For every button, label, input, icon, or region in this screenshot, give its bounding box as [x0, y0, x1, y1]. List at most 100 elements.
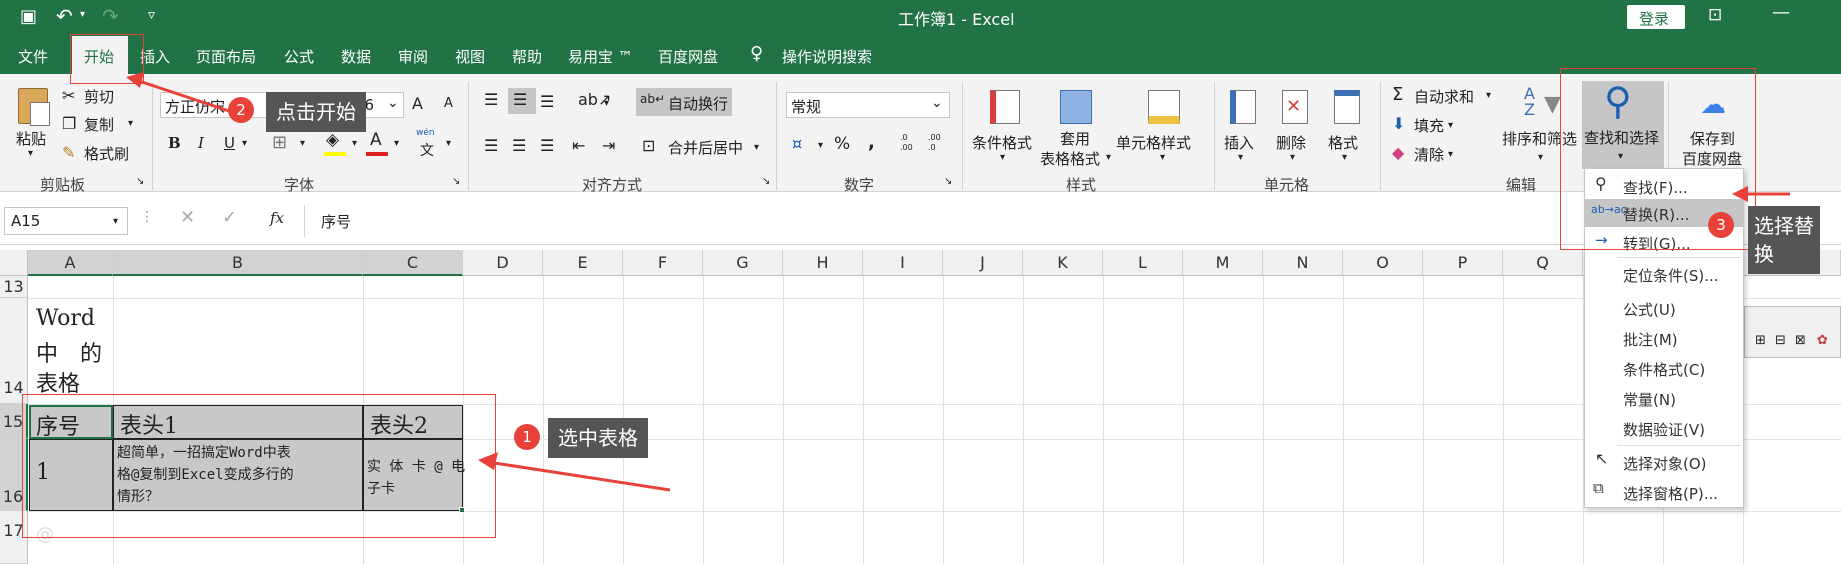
align-left-icon[interactable]: ☰	[484, 136, 498, 155]
comma-button[interactable]: ,	[868, 132, 875, 153]
cut-button[interactable]: 剪切	[84, 86, 114, 107]
number-format-box[interactable]: 常规 ⌄	[786, 92, 950, 118]
decrease-indent-icon[interactable]: ⇤	[572, 136, 585, 155]
merge-dropdown-icon[interactable]: ▾	[754, 142, 759, 153]
copy-icon[interactable]: ❐	[62, 114, 76, 133]
toolbar-icon-1[interactable]: ⊞	[1755, 333, 1766, 348]
insert-cells-button[interactable]: 插入 ▾	[1218, 84, 1268, 170]
column-header-f[interactable]: F	[623, 250, 703, 276]
login-button[interactable]: 登录	[1627, 5, 1685, 29]
percent-button[interactable]: %	[834, 134, 850, 154]
cut-icon[interactable]: ✂	[62, 86, 75, 105]
menu-item-formulas[interactable]: 公式(U)	[1623, 299, 1676, 320]
column-header-c[interactable]: C	[363, 250, 463, 276]
number-launcher-icon[interactable]: ↘	[944, 176, 952, 187]
column-header-o[interactable]: O	[1343, 250, 1423, 276]
name-box[interactable]: A15 ▾	[4, 207, 128, 235]
accounting-dropdown-icon[interactable]: ▾	[818, 140, 823, 151]
column-header-m[interactable]: M	[1183, 250, 1263, 276]
wrap-text-button[interactable]: ab↵ 自动换行	[636, 88, 732, 116]
paste-button[interactable]: 粘贴 ▾	[10, 84, 58, 164]
tab-page-layout[interactable]: 页面布局	[196, 46, 256, 67]
select-all-corner[interactable]	[0, 250, 28, 276]
tab-insert[interactable]: 插入	[140, 46, 170, 67]
align-bottom-icon[interactable]: ☰	[540, 92, 554, 111]
shrink-font-button[interactable]: A	[444, 96, 453, 111]
redo-icon[interactable]: ↷	[102, 4, 119, 28]
tab-file[interactable]: 文件	[18, 46, 48, 67]
column-header-b[interactable]: B	[113, 250, 363, 276]
fill-button[interactable]: 填充	[1414, 115, 1444, 136]
cancel-entry-icon[interactable]: ✕	[180, 207, 195, 228]
underline-dropdown-icon[interactable]: ▾	[242, 138, 247, 149]
menu-item-selection-pane[interactable]: 选择窗格(P)...	[1623, 483, 1718, 504]
fill-icon[interactable]: ⬇	[1392, 114, 1405, 133]
clear-icon[interactable]: ◆	[1392, 143, 1404, 162]
tell-me-search[interactable]: 操作说明搜索	[782, 46, 872, 67]
align-middle-button[interactable]: ☰	[508, 88, 536, 114]
format-cells-button[interactable]: 格式 ▾	[1322, 84, 1372, 170]
undo-dropdown-icon[interactable]: ▾	[80, 9, 85, 20]
menu-item-select-objects[interactable]: 选择对象(O)	[1623, 453, 1707, 474]
format-painter-button[interactable]: 格式刷	[84, 143, 129, 164]
fill-dropdown-icon[interactable]: ▾	[1448, 120, 1453, 131]
align-right-icon[interactable]: ☰	[540, 136, 554, 155]
align-top-icon[interactable]: ☰	[484, 90, 498, 109]
font-color-icon[interactable]: A	[370, 130, 382, 150]
phonetic-button[interactable]: 文	[420, 140, 434, 160]
delete-cells-button[interactable]: ✕ 删除 ▾	[1270, 84, 1320, 170]
tab-baidu-netdisk[interactable]: 百度网盘	[658, 46, 718, 67]
toolbar-icon-3[interactable]: ⊠	[1795, 333, 1806, 348]
merge-center-button[interactable]: 合并后居中	[668, 137, 743, 158]
save-icon[interactable]: ▣	[20, 6, 37, 27]
menu-item-data-validation[interactable]: 数据验证(V)	[1623, 419, 1705, 440]
tab-data[interactable]: 数据	[341, 46, 371, 67]
menu-item-constants[interactable]: 常量(N)	[1623, 389, 1676, 410]
fill-color-dropdown-icon[interactable]: ▾	[352, 138, 357, 149]
tab-review[interactable]: 审阅	[398, 46, 428, 67]
orientation-dropdown-icon[interactable]: ▾	[604, 98, 609, 109]
undo-icon[interactable]: ↶	[56, 4, 73, 28]
font-launcher-icon[interactable]: ↘	[452, 176, 460, 187]
format-as-table-dropdown-icon[interactable]: ▾	[1106, 152, 1111, 163]
merge-icon[interactable]: ⊡	[642, 136, 655, 155]
accounting-icon[interactable]: ¤	[792, 134, 802, 153]
autosum-dropdown-icon[interactable]: ▾	[1486, 90, 1491, 101]
ribbon-display-icon[interactable]: ⊡	[1708, 5, 1722, 25]
column-header-k[interactable]: K	[1023, 250, 1103, 276]
alignment-launcher-icon[interactable]: ↘	[762, 176, 770, 187]
column-header-d[interactable]: D	[463, 250, 543, 276]
column-header-g[interactable]: G	[703, 250, 783, 276]
menu-item-goto-special[interactable]: 定位条件(S)...	[1623, 265, 1719, 286]
column-header-a[interactable]: A	[28, 250, 113, 276]
font-color-dropdown-icon[interactable]: ▾	[394, 138, 399, 149]
column-header-q[interactable]: Q	[1503, 250, 1583, 276]
column-header-l[interactable]: L	[1103, 250, 1183, 276]
column-header-i[interactable]: I	[863, 250, 943, 276]
tab-formulas[interactable]: 公式	[284, 46, 314, 67]
fill-color-icon[interactable]: ◈	[326, 130, 339, 150]
copy-button[interactable]: 复制	[84, 114, 114, 135]
column-header-h[interactable]: H	[783, 250, 863, 276]
increase-indent-icon[interactable]: ⇥	[602, 136, 615, 155]
decrease-decimal-button[interactable]: .00 .0	[928, 133, 948, 153]
column-header-p[interactable]: P	[1423, 250, 1503, 276]
row-header-14[interactable]: 14	[0, 298, 28, 404]
border-icon[interactable]: ⊞	[272, 132, 287, 153]
bold-button[interactable]: B	[168, 134, 181, 152]
clear-button[interactable]: 清除	[1414, 144, 1444, 165]
minimize-icon[interactable]: —	[1772, 2, 1790, 23]
cell-styles-button[interactable]: 单元格样式 ▾	[1114, 84, 1214, 170]
increase-decimal-button[interactable]: .0 .00	[900, 133, 920, 153]
conditional-format-button[interactable]: 条件格式 ▾	[970, 84, 1038, 170]
row-header-13[interactable]: 13	[0, 276, 28, 298]
tab-yiyongbao[interactable]: 易用宝 ™	[568, 46, 633, 67]
column-header-n[interactable]: N	[1263, 250, 1343, 276]
grow-font-button[interactable]: A	[412, 94, 423, 113]
toolbar-icon-4[interactable]: ✿	[1817, 333, 1828, 348]
format-as-table-button[interactable]: 套用 表格格式	[1038, 84, 1114, 170]
align-center-icon[interactable]: ☰	[512, 136, 526, 155]
confirm-entry-icon[interactable]: ✓	[222, 207, 237, 228]
phonetic-dropdown-icon[interactable]: ▾	[446, 138, 451, 149]
tab-view[interactable]: 视图	[455, 46, 485, 67]
